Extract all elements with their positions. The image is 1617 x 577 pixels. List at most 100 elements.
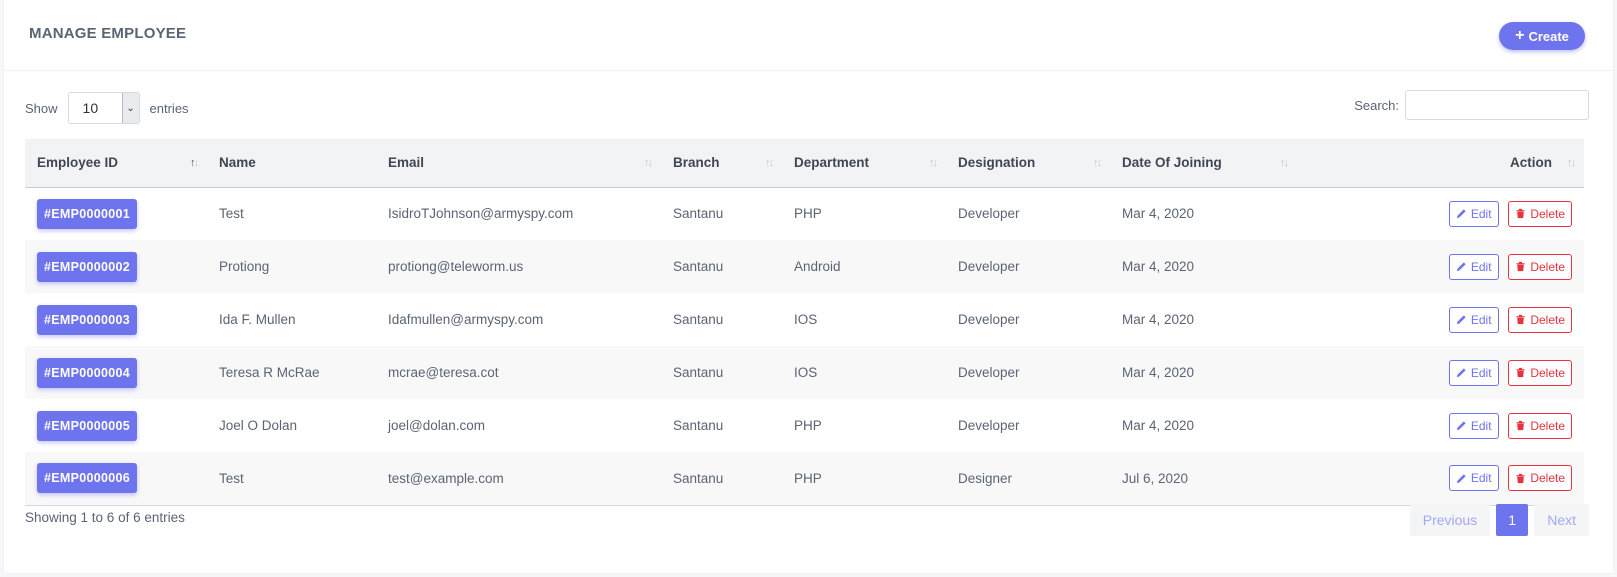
employee-branch: Santanu (673, 365, 724, 380)
search-control: Search: (1354, 90, 1589, 120)
column-header-branch[interactable]: Branch ↑↓ (661, 139, 782, 188)
employee-email: mcrae@teresa.cot (388, 365, 499, 380)
pagination: Previous 1 Next (1409, 504, 1589, 536)
column-header-designation[interactable]: Designation ↑↓ (946, 139, 1110, 188)
delete-button-label: Delete (1530, 312, 1565, 327)
edit-button[interactable]: Edit (1448, 465, 1499, 492)
entries-length-control: Show 10 ⌄ entries (25, 91, 189, 125)
employee-name: Test (207, 452, 376, 506)
employee-id-badge[interactable]: #EMP0000006 (37, 463, 138, 494)
edit-button-label: Edit (1470, 312, 1492, 327)
sort-icon: ↑↓ (929, 156, 938, 169)
trash-icon (1516, 420, 1525, 431)
pencil-icon (1456, 474, 1466, 483)
employee-email: test@example.com (376, 452, 661, 506)
delete-button-label: Delete (1530, 471, 1565, 486)
delete-button-label: Delete (1530, 206, 1565, 221)
edit-button-label: Edit (1470, 418, 1492, 433)
edit-button[interactable]: Edit (1448, 412, 1499, 439)
chevron-down-icon[interactable]: ⌄ (121, 93, 139, 123)
employee-email: Idafmullen@armyspy.com (388, 312, 544, 327)
page-title: MANAGE EMPLOYEE (29, 25, 187, 42)
show-label: Show (25, 100, 58, 116)
column-header-employee-id[interactable]: Employee ID ↑↓ (25, 139, 207, 188)
plus-icon: + (1515, 27, 1525, 44)
trash-icon (1516, 209, 1525, 219)
table-row: #EMP0000005 Joel O Dolan joel@dolan.com … (25, 399, 1584, 452)
employee-id-badge[interactable]: #EMP0000005 (37, 410, 138, 441)
delete-button[interactable]: Delete (1508, 200, 1572, 227)
employee-designation: Developer (958, 312, 1020, 327)
search-label: Search: (1354, 97, 1399, 113)
employee-designation: Developer (958, 259, 1020, 274)
delete-button[interactable]: Delete (1508, 253, 1572, 280)
employee-name: Test (219, 206, 244, 222)
pencil-icon (1456, 315, 1466, 325)
delete-button[interactable]: Delete (1508, 359, 1572, 386)
column-header-email[interactable]: Email ↑↓ (376, 139, 661, 188)
edit-button-label: Edit (1470, 365, 1492, 380)
delete-button[interactable]: Delete (1508, 306, 1572, 333)
delete-button[interactable]: Delete (1508, 465, 1572, 492)
table-row: #EMP0000006 Test test@example.com Santan… (25, 452, 1584, 506)
employee-table: Employee ID ↑↓ Name Email ↑↓ Branch ↑↓ Depa… (25, 139, 1584, 506)
delete-button[interactable]: Delete (1508, 412, 1572, 439)
edit-button-label: Edit (1470, 206, 1492, 221)
trash-icon (1516, 261, 1525, 272)
pencil-icon (1456, 209, 1466, 219)
delete-button-label: Delete (1530, 259, 1565, 274)
employee-id-badge[interactable]: #EMP0000004 (37, 357, 138, 388)
entries-select-value: 10 (82, 100, 99, 116)
employee-date-of-joining: Mar 4, 2020 (1122, 312, 1195, 327)
table-row: #EMP0000003 Ida F. Mullen Idafmullen@arm… (25, 293, 1584, 346)
employee-branch: Santanu (673, 206, 724, 222)
employee-name: Protiong (219, 259, 270, 274)
entries-label: entries (149, 100, 189, 116)
column-header-action[interactable]: Action ↑↓ (1297, 139, 1584, 188)
column-header-department[interactable]: Department ↑↓ (782, 139, 946, 188)
trash-icon (1516, 473, 1525, 483)
edit-button[interactable]: Edit (1448, 200, 1499, 227)
table-header-row: Employee ID ↑↓ Name Email ↑↓ Branch ↑↓ Depa… (25, 139, 1584, 188)
search-input[interactable] (1405, 90, 1589, 120)
edit-button[interactable]: Edit (1448, 359, 1499, 386)
edit-button[interactable]: Edit (1448, 253, 1499, 280)
sort-icon: ↑↓ (190, 156, 199, 169)
employee-designation: Developer (958, 206, 1020, 222)
column-header-date-of-joining[interactable]: Date Of Joining ↑↓ (1110, 139, 1297, 188)
pagination-previous[interactable]: Previous (1409, 504, 1491, 536)
entries-select[interactable]: 10 ⌄ (67, 92, 140, 124)
employee-id-badge[interactable]: #EMP0000001 (37, 198, 138, 229)
edit-button[interactable]: Edit (1448, 306, 1499, 333)
sort-icon: ↑↓ (1093, 156, 1102, 169)
sort-icon: ↑↓ (644, 156, 653, 169)
trash-icon (1516, 314, 1525, 325)
edit-button-label: Edit (1470, 259, 1492, 274)
employee-name: Teresa R McRae (219, 365, 320, 380)
employee-designation: Developer (958, 418, 1020, 433)
card-header: MANAGE EMPLOYEE + Create (4, 0, 1613, 71)
trash-icon (1516, 367, 1525, 378)
employee-department: PHP (794, 418, 822, 433)
employee-id-badge[interactable]: #EMP0000003 (37, 304, 138, 335)
create-button[interactable]: + Create (1499, 22, 1585, 50)
employee-date-of-joining: Jul 6, 2020 (1110, 452, 1297, 506)
employee-branch: Santanu (661, 452, 782, 506)
table-row: #EMP0000004 Teresa R McRae mcrae@teresa.… (25, 346, 1584, 399)
create-button-label: Create (1528, 28, 1569, 44)
employee-department: Android (794, 259, 841, 274)
pagination-page-1[interactable]: 1 (1496, 504, 1529, 536)
sort-icon: ↑↓ (1567, 156, 1576, 169)
employee-branch: Santanu (673, 312, 724, 327)
employee-email: IsidroTJohnson@armyspy.com (388, 206, 574, 222)
employee-department: IOS (794, 365, 818, 380)
table-row: #EMP0000002 Protiong protiong@teleworm.u… (25, 240, 1584, 293)
employee-id-badge[interactable]: #EMP0000002 (37, 251, 138, 282)
pagination-next[interactable]: Next (1534, 504, 1589, 536)
employee-email: joel@dolan.com (388, 418, 486, 433)
edit-button-label: Edit (1470, 471, 1492, 486)
delete-button-label: Delete (1530, 365, 1565, 380)
column-header-name[interactable]: Name (207, 139, 376, 188)
sort-icon: ↑↓ (765, 156, 774, 169)
employee-date-of-joining: Mar 4, 2020 (1122, 418, 1195, 433)
